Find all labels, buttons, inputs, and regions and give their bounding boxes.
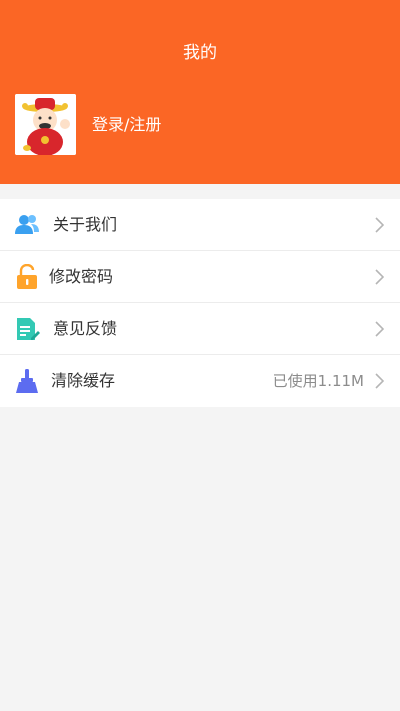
- login-register-link[interactable]: 登录/注册: [92, 114, 161, 136]
- chevron-right-icon: [375, 217, 384, 233]
- cache-size-text: 已使用1.11M: [272, 372, 364, 390]
- broom-icon: [16, 369, 38, 393]
- menu-item-label: 关于我们: [53, 215, 118, 234]
- edit-document-icon: [17, 318, 40, 340]
- menu-item-label: 清除缓存: [51, 371, 116, 390]
- menu-item-label: 意见反馈: [53, 319, 118, 338]
- avatar[interactable]: [15, 94, 76, 155]
- menu-item-change-password[interactable]: 修改密码: [0, 251, 400, 303]
- menu-item-about-us[interactable]: 关于我们: [0, 199, 400, 251]
- menu-item-label: 修改密码: [49, 267, 114, 286]
- menu-item-clear-cache[interactable]: 清除缓存 已使用1.11M: [0, 355, 400, 407]
- header: 我的 登录/注册: [0, 0, 400, 184]
- chevron-right-icon: [375, 321, 384, 337]
- users-icon: [15, 215, 39, 234]
- menu-item-feedback[interactable]: 意见反馈: [0, 303, 400, 355]
- unlock-icon: [17, 264, 37, 289]
- page-title: 我的: [183, 43, 217, 63]
- avatar-image: [15, 94, 76, 155]
- chevron-right-icon: [375, 373, 384, 389]
- settings-menu: 关于我们 修改密码 意见反馈 清除缓存 已使用1.11M: [0, 199, 400, 407]
- chevron-right-icon: [375, 269, 384, 285]
